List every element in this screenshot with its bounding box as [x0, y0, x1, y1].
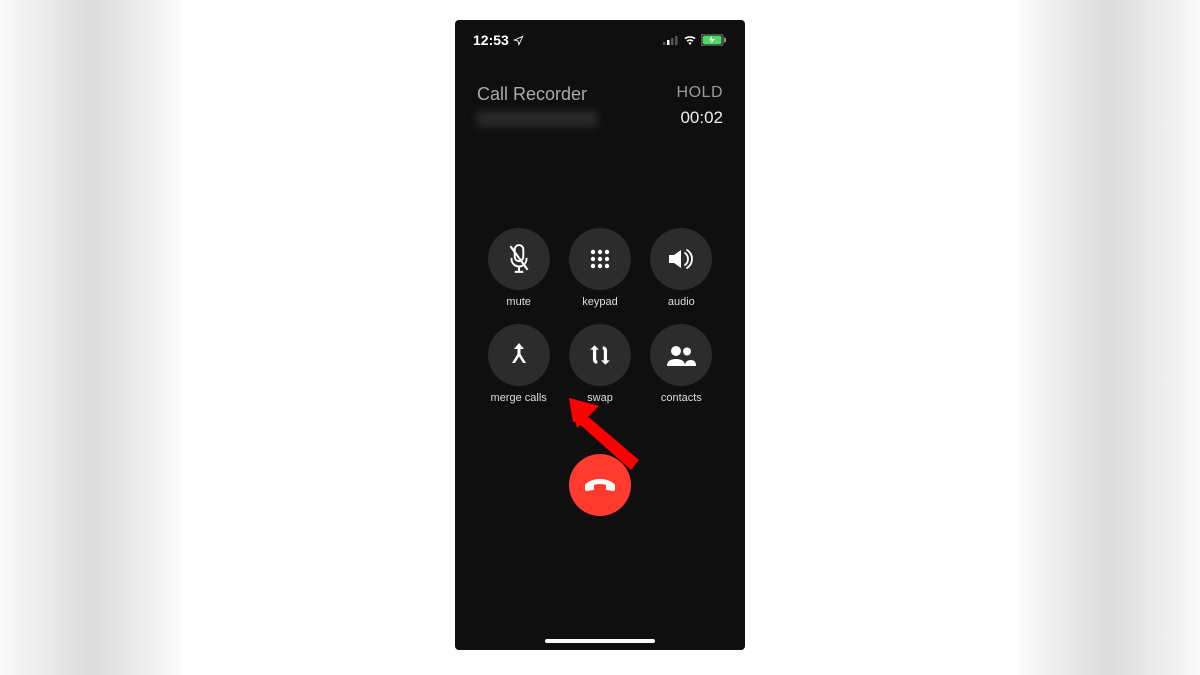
status-bar-right — [663, 34, 727, 46]
swap-label: swap — [587, 392, 613, 404]
status-bar: 12:53 — [455, 20, 745, 48]
article-content-area: 12:53 Call Recorder — [180, 0, 1020, 675]
caller-name-label: Call Recorder — [477, 84, 597, 105]
keypad-icon — [588, 247, 612, 271]
home-indicator[interactable] — [545, 639, 655, 643]
battery-icon — [701, 34, 727, 46]
mute-icon — [506, 244, 532, 274]
speaker-icon — [667, 247, 695, 271]
article-side-gradient-right — [1020, 0, 1200, 675]
audio-button-wrap: audio — [646, 228, 717, 308]
keypad-button-wrap: keypad — [564, 228, 635, 308]
audio-button[interactable] — [650, 228, 712, 290]
audio-label: audio — [668, 296, 695, 308]
merge-calls-label: merge calls — [491, 392, 547, 404]
contacts-button-wrap: contacts — [646, 324, 717, 404]
swap-button-wrap: swap — [564, 324, 635, 404]
contacts-button[interactable] — [650, 324, 712, 386]
end-call-row — [455, 454, 745, 516]
mute-button-wrap: mute — [483, 228, 554, 308]
call-duration-label: 00:02 — [677, 108, 723, 128]
cellular-signal-icon — [663, 35, 679, 45]
swap-button[interactable] — [569, 324, 631, 386]
status-bar-left: 12:53 — [473, 32, 524, 48]
keypad-label: keypad — [582, 296, 617, 308]
mute-button[interactable] — [488, 228, 550, 290]
hangup-icon — [584, 478, 616, 492]
merge-calls-button[interactable] — [488, 324, 550, 386]
merge-calls-button-wrap: merge calls — [483, 324, 554, 404]
hold-status-label: HOLD — [677, 84, 723, 102]
article-side-gradient-left — [0, 0, 180, 675]
phone-number-blurred — [477, 111, 597, 127]
call-action-grid: mute keypad audio — [455, 228, 745, 404]
call-info-header: Call Recorder HOLD 00:02 — [455, 48, 745, 128]
contacts-icon — [666, 344, 696, 366]
end-call-button[interactable] — [569, 454, 631, 516]
contacts-label: contacts — [661, 392, 702, 404]
location-arrow-icon — [513, 35, 524, 46]
wifi-icon — [683, 35, 697, 45]
swap-icon — [587, 342, 613, 368]
phone-screenshot: 12:53 Call Recorder — [455, 20, 745, 650]
mute-label: mute — [506, 296, 530, 308]
status-time: 12:53 — [473, 32, 509, 48]
merge-calls-icon — [507, 341, 531, 369]
keypad-button[interactable] — [569, 228, 631, 290]
